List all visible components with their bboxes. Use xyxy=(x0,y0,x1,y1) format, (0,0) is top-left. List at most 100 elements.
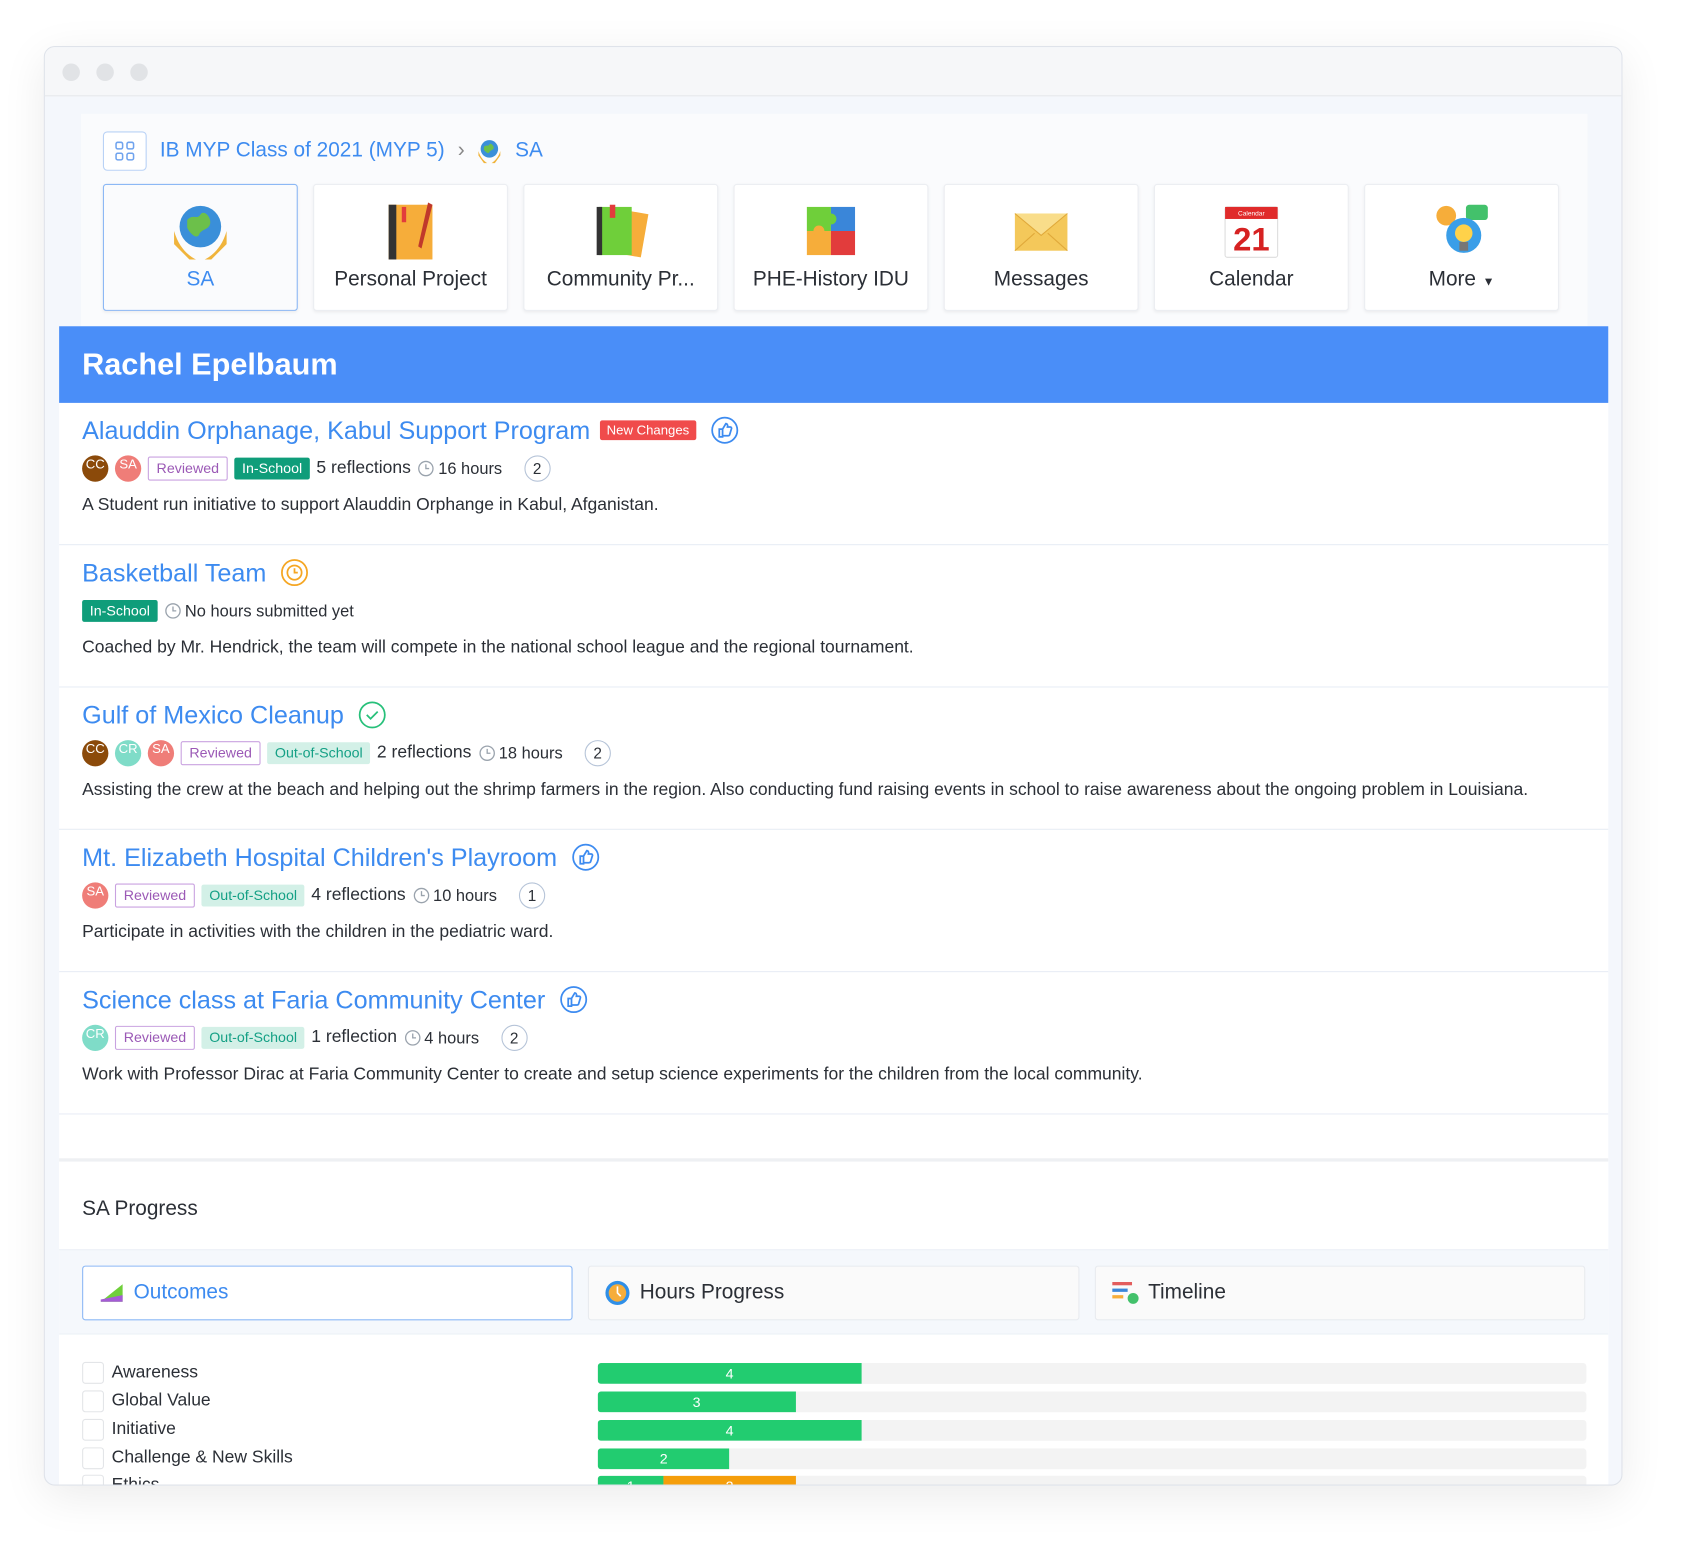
globe-hands-icon xyxy=(478,140,501,164)
avatar[interactable]: CR xyxy=(82,1024,109,1052)
outcome-label: Awareness xyxy=(111,1363,199,1382)
reflections-count[interactable]: 2 reflections xyxy=(377,743,471,763)
avatar[interactable]: CR xyxy=(114,740,142,767)
outcome-bar-segment: 1 xyxy=(597,1475,664,1485)
outcome-label: Global Value xyxy=(111,1391,211,1411)
hours-value: 4 hours xyxy=(424,1028,480,1048)
tab-hours-progress[interactable]: Hours Progress xyxy=(588,1265,1080,1321)
avatar[interactable]: CC xyxy=(82,455,109,482)
clock-icon xyxy=(404,1029,422,1047)
reviewed-badge: Reviewed xyxy=(114,1025,195,1050)
outcome-bar-track: 4 xyxy=(597,1362,1587,1384)
activity-title-link[interactable]: Gulf of Mexico Cleanup xyxy=(82,700,344,730)
activity-description: Participate in activities with the child… xyxy=(82,922,554,942)
outcome-checkbox[interactable] xyxy=(82,1361,105,1384)
progress-section: SA Progress Outcomes Hours Progress Timeli… xyxy=(59,1158,1609,1485)
activity-item: Science class at Faria Community Center C… xyxy=(59,972,1609,1115)
svg-text:Calendar: Calendar xyxy=(1238,211,1265,218)
title-bar xyxy=(44,47,1622,97)
reflections-count[interactable]: 5 reflections xyxy=(316,459,410,479)
outcome-row: Initiative 4 xyxy=(82,1418,1587,1442)
caret-down-icon: ▼ xyxy=(1482,275,1495,290)
tab-label: Outcomes xyxy=(133,1280,229,1304)
activity-meta: SA Reviewed Out-of-School 4 reflections 10 h… xyxy=(82,880,1585,911)
activity-list: Alauddin Orphanage, Kabul Support Progra… xyxy=(59,403,1609,1115)
progress-title: SA Progress xyxy=(82,1197,198,1221)
thumbs-up-icon[interactable] xyxy=(560,985,588,1014)
clock-icon xyxy=(412,887,430,905)
outcome-checkbox[interactable] xyxy=(82,1418,105,1441)
activity-title-row: Mt. Elizabeth Hospital Children's Playro… xyxy=(82,841,1585,874)
activity-item: Gulf of Mexico Cleanup CC CR SA Reviewed Out-… xyxy=(59,688,1609,830)
clock-badge-icon xyxy=(605,1280,631,1306)
comments-count-icon[interactable]: 2 xyxy=(584,740,611,767)
clock-icon[interactable] xyxy=(281,558,309,587)
breadcrumb: IB MYP Class of 2021 (MYP 5) › SA xyxy=(102,131,543,171)
hours-value: 16 hours xyxy=(438,459,503,478)
avatar[interactable]: SA xyxy=(114,455,142,482)
outcome-checkbox[interactable] xyxy=(82,1447,105,1470)
avatar[interactable]: CC xyxy=(82,740,109,767)
tile-messages[interactable]: Messages xyxy=(943,183,1139,311)
activity-title-row: Alauddin Orphanage, Kabul Support Progra… xyxy=(82,414,1585,447)
activity-title-link[interactable]: Basketball Team xyxy=(82,558,266,588)
tile-phe-history-idu[interactable]: PHE-History IDU xyxy=(733,183,929,311)
minimize-window-button[interactable] xyxy=(96,63,114,82)
activity-item: Basketball Team In-School No hours submitt… xyxy=(59,545,1609,688)
reflections-count[interactable]: 1 reflection xyxy=(311,1028,397,1048)
hours-value: 18 hours xyxy=(498,743,563,763)
grid-icon[interactable] xyxy=(102,131,147,171)
activity-title-row: Gulf of Mexico Cleanup xyxy=(82,698,1585,731)
outcome-bar-segment: 2 xyxy=(663,1475,796,1485)
activity-title-link[interactable]: Science class at Faria Community Center xyxy=(82,985,545,1015)
activity-item: Mt. Elizabeth Hospital Children's Playro… xyxy=(59,830,1609,973)
comments-count-icon[interactable]: 1 xyxy=(518,882,546,909)
activity-meta: CC SA Reviewed In-School 5 reflections 16 hou… xyxy=(82,453,1585,484)
outcome-row: Global Value 3 xyxy=(82,1389,1587,1413)
tile-community-pr-[interactable]: Community Pr... xyxy=(523,183,719,311)
hours-value: No hours submitted yet xyxy=(184,601,354,621)
tab-label: Timeline xyxy=(1148,1280,1226,1304)
outcome-bar-track: 12 xyxy=(597,1475,1587,1485)
tab-timeline[interactable]: Timeline xyxy=(1094,1265,1586,1321)
navigation-card: IB MYP Class of 2021 (MYP 5) › SA SA Pers… xyxy=(81,113,1588,329)
activity-title-row: Basketball Team xyxy=(82,556,1585,589)
more-label-wrap: More ▼ xyxy=(1429,268,1495,292)
outcome-row: Ethics 12 xyxy=(82,1474,1587,1485)
close-window-button[interactable] xyxy=(62,63,80,82)
tile-label: Messages xyxy=(993,268,1089,292)
activity-title-link[interactable]: Mt. Elizabeth Hospital Children's Playro… xyxy=(82,842,557,872)
breadcrumb-parent[interactable]: IB MYP Class of 2021 (MYP 5) xyxy=(160,139,445,163)
thumbs-up-icon[interactable] xyxy=(571,843,600,871)
outcome-checkbox[interactable] xyxy=(82,1474,105,1485)
tile-label: PHE-History IDU xyxy=(752,268,909,292)
activity-meta: In-School No hours submitted yet xyxy=(82,596,1585,627)
reflections-count[interactable]: 4 reflections xyxy=(311,886,405,906)
activity-meta: CC CR SA Reviewed Out-of-School 2 reflections… xyxy=(82,738,1585,769)
tile-calendar[interactable]: Calendar 21 Calendar xyxy=(1153,183,1349,311)
activity-item: Alauddin Orphanage, Kabul Support Progra… xyxy=(59,403,1609,546)
thumbs-up-icon[interactable] xyxy=(710,416,738,444)
tile-sa[interactable]: SA xyxy=(102,183,298,311)
avatar[interactable]: SA xyxy=(147,740,175,767)
outcome-row: Awareness 4 xyxy=(82,1361,1587,1385)
tab-label: Hours Progress xyxy=(639,1280,785,1304)
clock-icon xyxy=(478,744,496,762)
activity-title-link[interactable]: Alauddin Orphanage, Kabul Support Progra… xyxy=(82,415,590,445)
outcome-row: Challenge & New Skills 2 xyxy=(82,1446,1587,1470)
activity-type-badge: Out-of-School xyxy=(267,742,371,765)
comments-count-icon[interactable]: 2 xyxy=(524,455,551,482)
tile-personal-project[interactable]: Personal Project xyxy=(313,183,508,311)
avatar[interactable]: SA xyxy=(82,882,109,909)
svg-text:21: 21 xyxy=(1233,221,1270,258)
check-circle-icon[interactable] xyxy=(358,701,386,729)
outcome-bar-track: 3 xyxy=(597,1390,1587,1412)
hours-value: 10 hours xyxy=(433,886,497,905)
comments-count-icon[interactable]: 2 xyxy=(500,1024,528,1052)
activity-type-badge: In-School xyxy=(82,599,158,622)
tab-outcomes[interactable]: Outcomes xyxy=(82,1265,573,1321)
maximize-window-button[interactable] xyxy=(130,63,148,82)
outcome-checkbox[interactable] xyxy=(82,1390,105,1413)
tile-more[interactable]: More ▼ xyxy=(1364,183,1559,311)
activity-description: Work with Professor Dirac at Faria Commu… xyxy=(82,1065,1143,1084)
